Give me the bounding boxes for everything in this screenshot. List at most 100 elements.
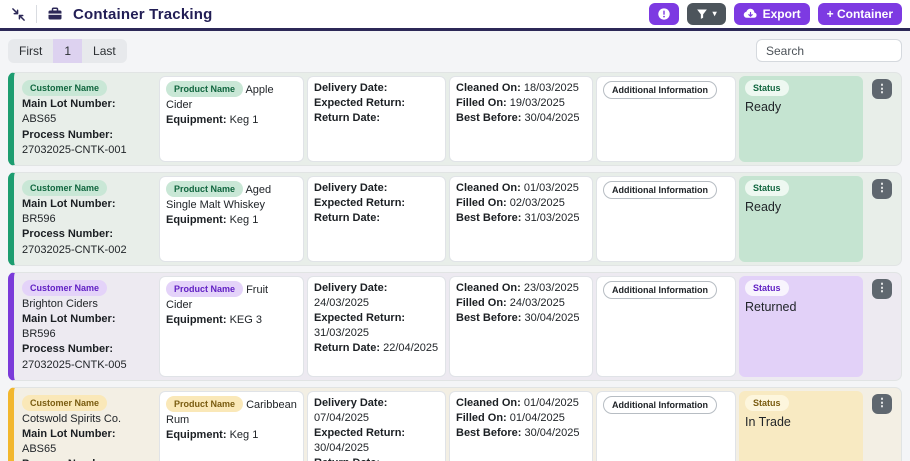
cleaned-on-value: 23/03/2025: [524, 282, 579, 294]
cloud-download-icon: [743, 8, 758, 20]
additional-info-card: Additional Information: [596, 176, 736, 262]
best-before-value: 31/03/2025: [524, 212, 579, 224]
row-menu-button[interactable]: ⋮: [872, 79, 892, 99]
status-card: Status In Trade: [739, 391, 863, 461]
status-value: Ready: [745, 199, 857, 216]
main-lot-value: ABS65: [22, 443, 56, 455]
cleaned-on-value: 01/03/2025: [524, 182, 579, 194]
best-before-label: Best Before:: [456, 212, 521, 224]
equipment-label: Equipment:: [166, 429, 227, 441]
collapse-arrows-icon[interactable]: [8, 4, 28, 24]
return-date-label: Return Date:: [314, 112, 380, 124]
delivery-label: Delivery Date:: [314, 82, 387, 94]
best-before-value: 30/04/2025: [524, 427, 579, 439]
process-label: Process Number:: [22, 129, 113, 141]
toolbar: First 1 Last: [0, 31, 910, 72]
filled-on-value: 01/04/2025: [510, 412, 565, 424]
export-label: Export: [763, 7, 801, 21]
expected-return-label: Expected Return:: [314, 427, 405, 439]
process-value: 27032025-CNTK-002: [22, 244, 127, 256]
return-date-label: Return Date:: [314, 212, 380, 224]
equipment-value: Keg 1: [230, 214, 259, 226]
filter-funnel-icon: [696, 8, 708, 20]
equipment-value: Keg 1: [230, 114, 259, 126]
customer-section: Customer Name Main Lot Number: ABS65 Pro…: [17, 76, 156, 162]
row-actions: ⋮: [866, 176, 898, 262]
cleaned-on-value: 18/03/2025: [524, 82, 579, 94]
delivery-label: Delivery Date:: [314, 282, 387, 294]
best-before-value: 30/04/2025: [524, 312, 579, 324]
additional-info-card: Additional Information: [596, 76, 736, 162]
container-row: Customer Name Cotswold Spirits Co. Main …: [8, 387, 902, 461]
container-list: Customer Name Main Lot Number: ABS65 Pro…: [0, 72, 910, 461]
filled-on-value: 19/03/2025: [510, 97, 565, 109]
expected-return-value: 31/03/2025: [314, 327, 369, 339]
product-card: Product Name Fruit Cider Equipment: KEG …: [159, 276, 304, 377]
row-menu-button[interactable]: ⋮: [872, 279, 892, 299]
briefcase-icon: [45, 4, 65, 24]
dates-card: Delivery Date: 24/03/2025 Expected Retur…: [307, 276, 446, 377]
customer-section: Customer Name Brighton Ciders Main Lot N…: [17, 276, 156, 377]
add-container-label: + Container: [827, 7, 893, 21]
main-lot-label: Main Lot Number:: [22, 313, 116, 325]
process-value: 27032025-CNTK-005: [22, 359, 127, 371]
expected-return-label: Expected Return:: [314, 312, 405, 324]
pagination-first-button[interactable]: First: [8, 39, 53, 63]
info-button[interactable]: [649, 3, 679, 25]
product-name-badge: Product Name: [166, 396, 243, 412]
export-button[interactable]: Export: [734, 3, 810, 25]
delivery-value: 07/04/2025: [314, 412, 369, 424]
customer-name: Cotswold Spirits Co.: [22, 413, 121, 425]
filled-on-value: 24/03/2025: [510, 297, 565, 309]
product-card: Product Name Aged Single Malt Whiskey Eq…: [159, 176, 304, 262]
fill-card: Cleaned On: 01/04/2025 Filled On: 01/04/…: [449, 391, 593, 461]
customer-name-badge: Customer Name: [22, 280, 107, 296]
filter-button[interactable]: ▾: [687, 3, 726, 25]
return-date-value: 22/04/2025: [383, 342, 438, 354]
additional-info-card: Additional Information: [596, 391, 736, 461]
fill-card: Cleaned On: 23/03/2025 Filled On: 24/03/…: [449, 276, 593, 377]
equipment-label: Equipment:: [166, 114, 227, 126]
return-date-label: Return Date:: [314, 457, 380, 461]
additional-info-badge: Additional Information: [603, 281, 717, 299]
customer-name: Brighton Ciders: [22, 298, 98, 310]
add-container-button[interactable]: + Container: [818, 3, 902, 25]
cleaned-on-label: Cleaned On:: [456, 397, 521, 409]
customer-section: Customer Name Cotswold Spirits Co. Main …: [17, 391, 156, 461]
fill-card: Cleaned On: 01/03/2025 Filled On: 02/03/…: [449, 176, 593, 262]
status-card: Status Ready: [739, 76, 863, 162]
filled-on-label: Filled On:: [456, 412, 507, 424]
delivery-value: 24/03/2025: [314, 297, 369, 309]
delivery-label: Delivery Date:: [314, 182, 387, 194]
status-card: Status Returned: [739, 276, 863, 377]
row-menu-button[interactable]: ⋮: [872, 394, 892, 414]
additional-info-badge: Additional Information: [603, 396, 717, 414]
best-before-label: Best Before:: [456, 427, 521, 439]
additional-info-card: Additional Information: [596, 276, 736, 377]
additional-info-badge: Additional Information: [603, 81, 717, 99]
fill-card: Cleaned On: 18/03/2025 Filled On: 19/03/…: [449, 76, 593, 162]
additional-info-badge: Additional Information: [603, 181, 717, 199]
pagination-page-button[interactable]: 1: [53, 39, 82, 63]
cleaned-on-label: Cleaned On:: [456, 82, 521, 94]
expected-return-label: Expected Return:: [314, 97, 405, 109]
search-input[interactable]: [756, 39, 902, 62]
best-before-value: 30/04/2025: [524, 112, 579, 124]
dates-card: Delivery Date: Expected Return: Return D…: [307, 76, 446, 162]
main-lot-label: Main Lot Number:: [22, 428, 116, 440]
status-badge: Status: [745, 280, 789, 296]
pagination-last-button[interactable]: Last: [82, 39, 127, 63]
equipment-value: Keg 1: [230, 429, 259, 441]
status-card: Status Ready: [739, 176, 863, 262]
customer-name-badge: Customer Name: [22, 180, 107, 196]
row-menu-button[interactable]: ⋮: [872, 179, 892, 199]
customer-name-badge: Customer Name: [22, 80, 107, 96]
product-name-badge: Product Name: [166, 81, 243, 97]
status-value: Returned: [745, 299, 857, 316]
filled-on-label: Filled On:: [456, 197, 507, 209]
equipment-value: KEG 3: [230, 314, 262, 326]
expected-return-label: Expected Return:: [314, 197, 405, 209]
product-name-badge: Product Name: [166, 281, 243, 297]
customer-name-badge: Customer Name: [22, 395, 107, 411]
status-badge: Status: [745, 80, 789, 96]
